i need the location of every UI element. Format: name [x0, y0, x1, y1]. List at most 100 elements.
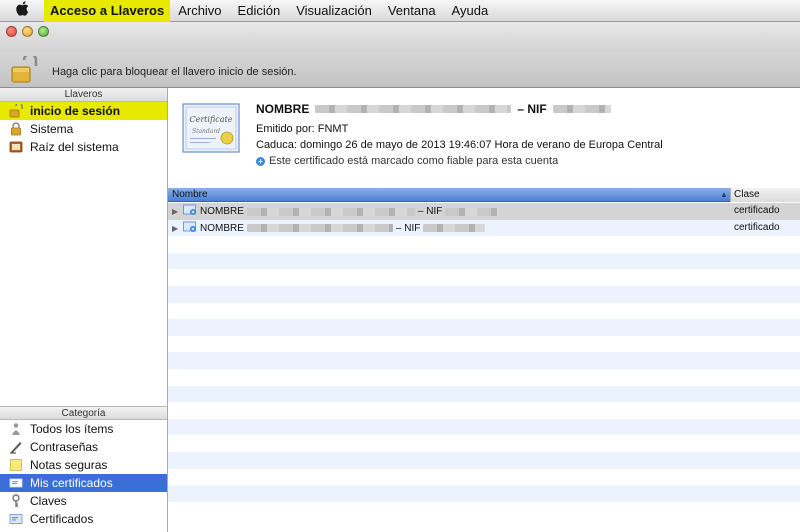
- sidebar-item-label: Certificados: [30, 512, 94, 526]
- menu-ayuda[interactable]: Ayuda: [444, 0, 497, 22]
- toolbar: Haga clic para bloquear el llavero inici…: [0, 52, 800, 88]
- sidebar-item-notas[interactable]: Notas seguras: [0, 456, 167, 474]
- sidebar-item-label: Contraseñas: [30, 440, 99, 454]
- sidebar-item-inicio-sesion[interactable]: inicio de sesión: [0, 102, 167, 120]
- table-row[interactable]: ▶ NOMBRE – NIF certificado: [168, 219, 800, 237]
- people-icon: [8, 422, 24, 436]
- row-class: certificado: [734, 205, 780, 216]
- sidebar-item-label: Notas seguras: [30, 458, 108, 472]
- empty-row: [168, 252, 800, 270]
- empty-row: [168, 485, 800, 502]
- close-window-button[interactable]: [6, 26, 17, 37]
- certificate-issuer: Emitido por: FNMT: [256, 123, 349, 135]
- empty-row: [168, 269, 800, 286]
- redacted-nif: [423, 224, 486, 233]
- empty-row: [168, 352, 800, 369]
- redacted-name: [246, 224, 393, 233]
- svg-text:Standard: Standard: [192, 128, 220, 135]
- empty-row: [168, 319, 800, 336]
- empty-row: [168, 335, 800, 353]
- redacted-name: [246, 207, 415, 216]
- certificate-list: ▶ NOMBRE – NIF certificado ▶ NOMBRE – NI…: [168, 203, 800, 519]
- keychains-header: Llaveros: [0, 88, 167, 102]
- lock-hint-text: Haga clic para bloquear el llavero inici…: [52, 66, 297, 78]
- empty-row: [168, 385, 800, 403]
- certificate-detail: Certificate Standard NOMBRE – NIF Emitid…: [168, 88, 800, 186]
- sidebar-item-contrasenas[interactable]: Contraseñas: [0, 438, 167, 456]
- sidebar: Llaveros inicio de sesión Sistema Raíz d…: [0, 88, 168, 532]
- row-name-suffix: – NIF: [395, 222, 421, 234]
- svg-text:Certificate: Certificate: [190, 115, 233, 124]
- empty-row: [168, 285, 800, 303]
- sidebar-item-sistema[interactable]: Sistema: [0, 120, 167, 138]
- column-header-nombre[interactable]: Nombre: [172, 189, 208, 200]
- empty-row: [168, 501, 800, 519]
- menu-bar: Acceso a Llaveros Archivo Edición Visual…: [0, 0, 800, 22]
- table-header: Nombre ▲ Clase: [168, 188, 800, 202]
- redacted-nif: [552, 105, 611, 113]
- sidebar-item-claves[interactable]: Claves: [0, 492, 167, 510]
- unlock-padlock-icon[interactable]: [10, 52, 38, 84]
- sidebar-item-label: Mis certificados: [30, 476, 113, 490]
- folder-keychain-icon: [8, 140, 24, 154]
- row-certificate-icon: [183, 221, 197, 236]
- plus-circle-icon: +: [256, 156, 265, 166]
- key-icon: [8, 494, 24, 508]
- unlocked-keychain-icon: [8, 104, 24, 118]
- certificate-name-suffix: – NIF: [517, 102, 547, 116]
- sidebar-item-mis-certificados[interactable]: Mis certificados: [0, 474, 167, 492]
- row-class: certificado: [734, 221, 780, 233]
- certificate-title: NOMBRE – NIF: [256, 102, 611, 116]
- certificate-expiry: Caduca: domingo 26 de mayo de 2013 19:46…: [256, 139, 663, 151]
- window-titlebar: [0, 22, 800, 52]
- menu-ventana[interactable]: Ventana: [380, 0, 444, 22]
- window-controls: [6, 26, 49, 37]
- sidebar-item-label: inicio de sesión: [30, 104, 121, 118]
- empty-row: [168, 468, 800, 486]
- lock-keychain-icon: [8, 122, 24, 136]
- sidebar-item-label: Sistema: [30, 122, 74, 136]
- column-header-clase[interactable]: Clase: [734, 189, 760, 200]
- disclosure-triangle-icon[interactable]: ▶: [172, 207, 180, 216]
- my-certificate-icon: [8, 476, 24, 490]
- sort-ascending-icon[interactable]: ▲: [720, 190, 728, 199]
- note-icon: [8, 458, 24, 472]
- row-name-suffix: – NIF: [417, 206, 443, 217]
- pen-icon: [8, 440, 24, 454]
- certificate-preview-icon: Certificate Standard: [182, 100, 240, 156]
- menu-app[interactable]: Acceso a Llaveros: [44, 0, 171, 22]
- disclosure-triangle-icon[interactable]: ▶: [172, 224, 180, 233]
- redacted-name: [315, 105, 512, 113]
- sidebar-item-raiz-sistema[interactable]: Raíz del sistema: [0, 138, 167, 156]
- redacted-nif: [445, 207, 500, 216]
- menu-visualizacion[interactable]: Visualización: [288, 0, 380, 22]
- category-section: Categoría Todos los ítems Contraseñas No…: [0, 406, 167, 528]
- empty-row: [168, 418, 800, 436]
- row-name-prefix: NOMBRE: [200, 206, 244, 217]
- certificate-trust: + Este certificado está marcado como fia…: [256, 155, 558, 167]
- minimize-window-button[interactable]: [22, 26, 33, 37]
- zoom-window-button[interactable]: [38, 26, 49, 37]
- category-header: Categoría: [0, 406, 167, 420]
- sidebar-item-todos[interactable]: Todos los ítems: [0, 420, 167, 438]
- apple-menu-icon[interactable]: [0, 1, 44, 20]
- sidebar-item-label: Raíz del sistema: [30, 140, 119, 154]
- menu-edicion[interactable]: Edición: [230, 0, 289, 22]
- row-certificate-icon: [183, 204, 197, 219]
- empty-row: [168, 435, 800, 452]
- empty-row: [168, 302, 800, 320]
- sidebar-item-certificados[interactable]: Certificados: [0, 510, 167, 528]
- empty-row: [168, 402, 800, 419]
- table-row[interactable]: ▶ NOMBRE – NIF certificado: [168, 203, 800, 220]
- sidebar-item-label: Todos los ítems: [30, 422, 114, 436]
- main-content: Certificate Standard NOMBRE – NIF Emitid…: [168, 88, 800, 532]
- trust-text: Este certificado está marcado como fiabl…: [269, 155, 559, 167]
- menu-archivo[interactable]: Archivo: [170, 0, 229, 22]
- certificate-name-prefix: NOMBRE: [256, 102, 310, 116]
- empty-row: [168, 451, 800, 469]
- empty-row: [168, 368, 800, 386]
- certificate-icon: [8, 512, 24, 526]
- empty-row: [168, 236, 800, 253]
- sidebar-item-label: Claves: [30, 494, 67, 508]
- row-name-prefix: NOMBRE: [200, 222, 244, 234]
